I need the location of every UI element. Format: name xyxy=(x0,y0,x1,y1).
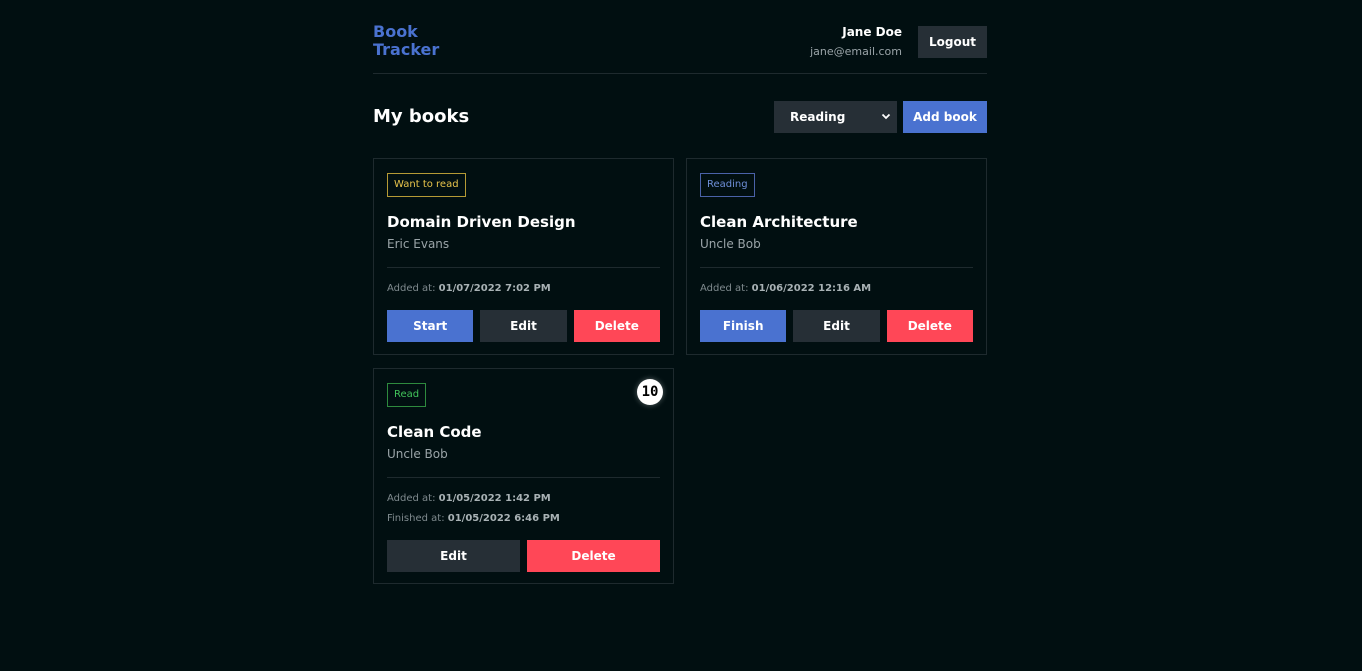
book-title: Clean Architecture xyxy=(700,213,858,231)
book-author: Uncle Bob xyxy=(387,447,448,461)
finished-at: Finished at: 01/05/2022 6:46 PM xyxy=(387,512,660,525)
card-divider xyxy=(700,267,973,268)
edit-button[interactable]: Edit xyxy=(480,310,567,342)
app-container: Book Tracker Jane Doe jane@email.com Log… xyxy=(373,0,987,584)
status-badge: Want to read xyxy=(387,173,466,197)
added-at-value: 01/05/2022 1:42 PM xyxy=(438,493,551,504)
book-author: Eric Evans xyxy=(387,237,450,251)
delete-button[interactable]: Delete xyxy=(573,310,660,342)
finish-button[interactable]: Finish xyxy=(700,310,787,342)
added-at-label: Added at: xyxy=(700,283,749,294)
status-badge: Reading xyxy=(700,173,755,197)
start-button[interactable]: Start xyxy=(387,310,474,342)
status-filter-value: Reading xyxy=(790,110,846,124)
book-author: Uncle Bob xyxy=(700,237,761,251)
user-name: Jane Doe xyxy=(842,25,902,39)
user-email: jane@email.com xyxy=(810,45,902,58)
book-title: Domain Driven Design xyxy=(387,213,576,231)
logout-button[interactable]: Logout xyxy=(918,26,987,58)
status-badge: Read xyxy=(387,383,427,407)
book-card: Reading Clean Architecture Uncle Bob Add… xyxy=(686,158,987,355)
added-at-label: Added at: xyxy=(387,493,436,504)
card-divider xyxy=(387,267,660,268)
added-at: Added at: 01/07/2022 7:02 PM xyxy=(387,282,660,295)
add-book-button[interactable]: Add book xyxy=(903,101,987,133)
logo-line-2: Tracker xyxy=(373,40,440,59)
logo-line-1: Book xyxy=(373,22,418,41)
header: Book Tracker Jane Doe jane@email.com Log… xyxy=(373,0,987,74)
finished-at-value: 01/05/2022 6:46 PM xyxy=(447,513,560,524)
delete-button[interactable]: Delete xyxy=(886,310,973,342)
app-logo[interactable]: Book Tracker xyxy=(373,23,439,59)
delete-button[interactable]: Delete xyxy=(527,540,660,572)
edit-button[interactable]: Edit xyxy=(387,540,520,572)
book-title: Clean Code xyxy=(387,423,482,441)
rating-badge: 10 xyxy=(637,379,663,405)
edit-button[interactable]: Edit xyxy=(793,310,880,342)
card-divider xyxy=(387,477,660,478)
added-at: Added at: 01/05/2022 1:42 PM xyxy=(387,492,660,505)
card-actions: Edit Delete xyxy=(387,540,660,572)
added-at-value: 01/07/2022 7:02 PM xyxy=(438,283,551,294)
added-at: Added at: 01/06/2022 12:16 AM xyxy=(700,282,973,295)
card-actions: Finish Edit Delete xyxy=(700,310,973,342)
card-actions: Start Edit Delete xyxy=(387,310,660,342)
page-title: My books xyxy=(373,106,470,127)
status-filter-select[interactable]: Reading xyxy=(774,101,897,133)
book-card: Read 10 Clean Code Uncle Bob Added at: 0… xyxy=(373,368,674,584)
user-info: Jane Doe jane@email.com xyxy=(810,25,902,58)
added-at-label: Added at: xyxy=(387,283,436,294)
toolbar: My books Reading Add book xyxy=(373,74,987,158)
added-at-value: 01/06/2022 12:16 AM xyxy=(751,283,872,294)
chevron-down-icon xyxy=(881,101,891,147)
book-card: Want to read Domain Driven Design Eric E… xyxy=(373,158,674,355)
finished-at-label: Finished at: xyxy=(387,513,445,524)
